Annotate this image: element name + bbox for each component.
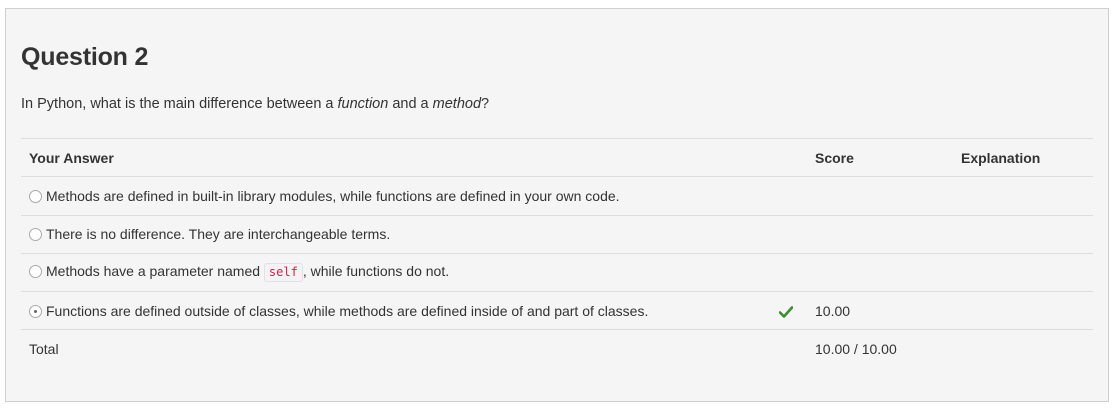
prompt-text: ?: [481, 96, 490, 112]
total-label: Total: [21, 329, 771, 369]
answer-option-2[interactable]: There is no difference. They are interch…: [21, 214, 771, 254]
explanation-cell: [953, 329, 1093, 369]
explanation-cell: [953, 252, 1093, 292]
table-row: Methods have a parameter named self, whi…: [21, 252, 1093, 292]
score-cell: [807, 214, 953, 254]
answer-text: There is no difference. They are interch…: [46, 226, 391, 243]
radio-icon[interactable]: [29, 228, 42, 242]
radio-icon[interactable]: [29, 189, 42, 203]
score-cell: 10.00: [807, 291, 953, 330]
explanation-cell: [953, 176, 1093, 216]
answer-text: Methods have a parameter named: [46, 263, 264, 280]
question-title: Question 2: [21, 43, 149, 71]
question-prompt: In Python, what is the main difference b…: [21, 95, 1092, 113]
check-cell: [771, 329, 807, 369]
table-header-row: Your Answer Score Explanation: [21, 137, 1093, 177]
table-row: Methods are defined in built-in library …: [21, 176, 1093, 216]
prompt-emphasis-function: function: [337, 96, 389, 112]
total-row: Total 10.00 / 10.00: [21, 329, 1093, 369]
header-your-answer: Your Answer: [21, 137, 771, 177]
score-cell: [807, 252, 953, 292]
total-score: 10.00 / 10.00: [807, 329, 953, 369]
code-self: self: [263, 263, 303, 283]
answer-option-4[interactable]: Functions are defined outside of classes…: [21, 291, 771, 330]
answers-table: Your Answer Score Explanation Methods ar…: [21, 137, 1093, 369]
header-explanation: Explanation: [953, 137, 1093, 177]
check-cell: [771, 252, 807, 292]
prompt-text: and a: [388, 96, 433, 112]
radio-selected-icon[interactable]: [29, 304, 42, 318]
answer-option-3[interactable]: Methods have a parameter named self, whi…: [21, 252, 771, 292]
table-row: There is no difference. They are interch…: [21, 214, 1093, 254]
check-cell: [771, 291, 807, 330]
radio-icon[interactable]: [29, 265, 42, 279]
explanation-cell: [953, 291, 1093, 330]
check-icon: [779, 306, 793, 318]
table-row: Functions are defined outside of classes…: [21, 291, 1093, 330]
answer-text: , while functions do not.: [302, 263, 450, 280]
answer-text: Functions are defined outside of classes…: [46, 302, 649, 319]
check-cell: [771, 214, 807, 254]
answer-text: Methods are defined in built-in library …: [46, 187, 620, 204]
explanation-cell: [953, 214, 1093, 254]
answer-option-1[interactable]: Methods are defined in built-in library …: [21, 176, 771, 216]
header-score: Score: [807, 137, 953, 177]
prompt-emphasis-method: method: [432, 96, 482, 112]
check-cell: [771, 176, 807, 216]
header-check: [771, 137, 807, 177]
question-panel: Question 2 In Python, what is the main d…: [5, 8, 1109, 402]
score-cell: [807, 176, 953, 216]
prompt-text: In Python, what is the main difference b…: [21, 96, 338, 112]
